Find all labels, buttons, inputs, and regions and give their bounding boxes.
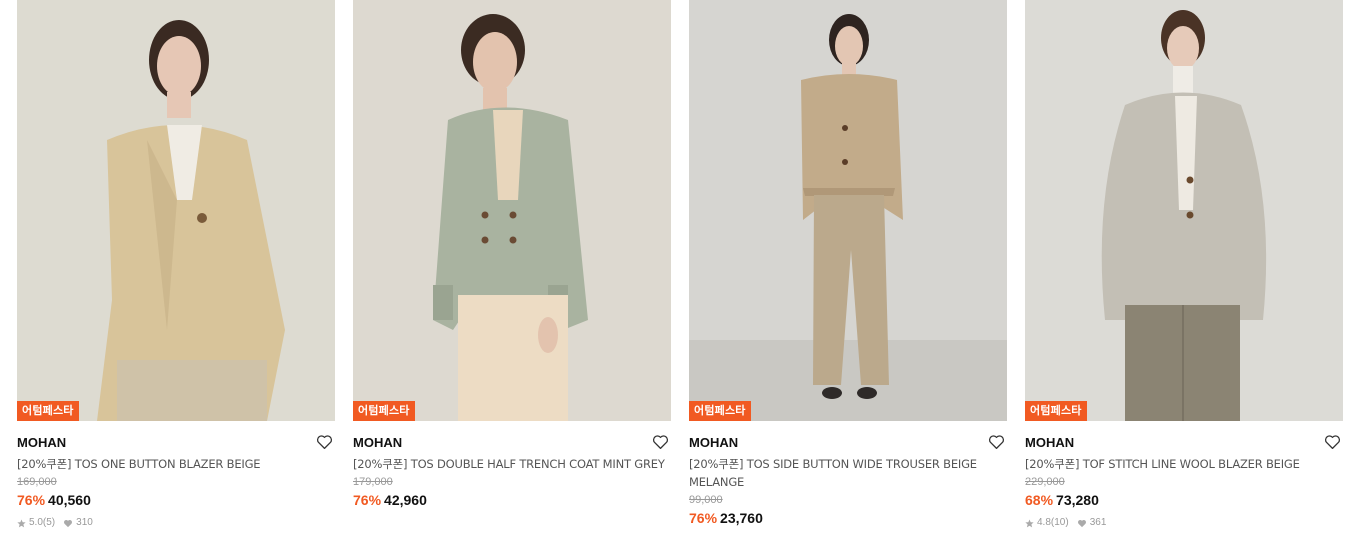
product-name[interactable]: [20%쿠폰] TOS DOUBLE HALF TRENCH COAT MINT… [353,455,671,473]
heart-filled-icon [1077,519,1086,527]
star-icon [17,518,26,527]
like-count: 361 [1089,517,1107,528]
product-name[interactable]: [20%쿠폰] TOS SIDE BUTTON WIDE TROUSER BEI… [689,455,1007,491]
product-card[interactable]: 어텀페스타 MOHAN [20%쿠폰] TOS SIDE BUTTON WIDE… [689,0,1007,527]
product-card[interactable]: 어텀페스타 MOHAN [20%쿠폰] TOF STITCH LINE WOOL… [1025,0,1343,529]
review-count: (10) [1050,517,1069,528]
sale-price: 76% 42,960 [353,491,671,509]
product-card[interactable]: 어텀페스타 MOHAN [20%쿠폰] TOS DOUBLE HALF TREN… [353,0,671,509]
rating-value: 4.8 [1037,517,1051,528]
original-price: 229,000 [1025,476,1065,488]
brand-name[interactable]: MOHAN [17,435,66,451]
original-price: 179,000 [353,476,393,488]
review-meta: 4.8 (10) 361 [1025,517,1343,529]
heart-icon[interactable] [988,434,1005,450]
review-meta: 5.0 (5) 310 [17,517,335,529]
promo-badge: 어텀페스타 [17,401,79,421]
promo-badge: 어텀페스타 [353,401,415,421]
price-value: 73,280 [1056,492,1099,508]
original-price: 99,000 [689,494,723,506]
brand-name[interactable]: MOHAN [353,435,402,451]
brand-name[interactable]: MOHAN [1025,435,1074,451]
product-image[interactable]: 어텀페스타 [689,0,1007,421]
discount-rate: 76% [17,492,46,508]
like-count: 310 [76,517,93,528]
review-count: (5) [42,517,56,528]
product-image[interactable]: 어텀페스타 [353,0,671,421]
discount-rate: 76% [353,492,382,508]
heart-filled-icon [64,519,73,527]
product-grid: 어텀페스타 MOHAN [20%쿠폰] TOS ONE BUTTON BLAZE… [0,0,1346,540]
promo-badge: 어텀페스타 [1025,401,1087,421]
sale-price: 68% 73,280 [1025,491,1343,509]
product-image[interactable]: 어텀페스타 [17,0,335,421]
price-value: 42,960 [384,492,427,508]
promo-badge: 어텀페스타 [689,401,751,421]
sale-price: 76% 40,560 [17,491,335,509]
discount-rate: 76% [689,510,718,526]
price-value: 23,760 [720,510,763,526]
brand-name[interactable]: MOHAN [689,435,738,451]
product-card[interactable]: 어텀페스타 MOHAN [20%쿠폰] TOS ONE BUTTON BLAZE… [17,0,335,529]
product-image[interactable]: 어텀페스타 [1025,0,1343,421]
heart-icon[interactable] [1324,434,1341,450]
sale-price: 76% 23,760 [689,509,1007,527]
heart-icon[interactable] [316,434,333,450]
star-icon [1025,518,1034,527]
product-name[interactable]: [20%쿠폰] TOF STITCH LINE WOOL BLAZER BEIG… [1025,455,1343,473]
price-value: 40,560 [48,492,91,508]
original-price: 169,000 [17,476,57,488]
discount-rate: 68% [1025,492,1054,508]
rating-value: 5.0 [29,517,43,528]
heart-icon[interactable] [652,434,669,450]
product-name[interactable]: [20%쿠폰] TOS ONE BUTTON BLAZER BEIGE [17,455,335,473]
